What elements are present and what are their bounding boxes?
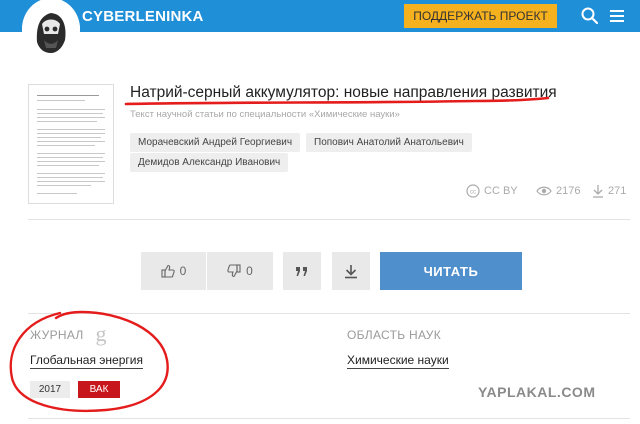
article-subtitle: Текст научной статьи по специальности «Х… bbox=[130, 109, 400, 120]
like-count: 0 bbox=[179, 264, 187, 278]
field-link[interactable]: Химические науки bbox=[347, 353, 449, 369]
watermark: YAPLAKAL.COM bbox=[478, 384, 596, 400]
journal-link[interactable]: Глобальная энергия bbox=[30, 353, 143, 369]
menu-icon[interactable] bbox=[607, 6, 627, 26]
download-icon bbox=[593, 185, 603, 198]
views-counter: 2176 bbox=[536, 180, 580, 202]
cite-button[interactable] bbox=[283, 252, 321, 290]
read-button[interactable]: ЧИТАТЬ bbox=[380, 252, 522, 290]
quote-icon bbox=[296, 267, 307, 276]
divider bbox=[28, 219, 630, 220]
eye-icon bbox=[536, 186, 552, 196]
author-tag[interactable]: Морачевский Андрей Георгиевич bbox=[130, 133, 301, 152]
article-thumbnail[interactable] bbox=[28, 84, 114, 204]
license-label: CC BY bbox=[484, 185, 518, 197]
views-count: 2176 bbox=[556, 185, 581, 197]
thumbs-down-icon bbox=[227, 264, 241, 278]
cc-icon: cc bbox=[466, 184, 480, 198]
divider bbox=[28, 313, 630, 314]
download-icon bbox=[345, 265, 357, 279]
journal-label: ЖУРНАЛ bbox=[30, 328, 84, 342]
search-icon[interactable] bbox=[580, 6, 600, 26]
site-logo[interactable]: CYBERLENINKA bbox=[82, 8, 204, 25]
support-project-button[interactable]: ПОДДЕРЖАТЬ ПРОЕКТ bbox=[404, 4, 557, 28]
logo-avatar[interactable] bbox=[22, 0, 80, 60]
svg-text:cc: cc bbox=[470, 190, 476, 196]
field-label: ОБЛАСТЬ НАУК bbox=[347, 328, 441, 342]
download-button[interactable] bbox=[332, 252, 370, 290]
svg-text:g: g bbox=[96, 322, 107, 346]
downloads-count: 271 bbox=[608, 185, 627, 197]
downloads-counter: 271 bbox=[592, 180, 626, 202]
dislike-button[interactable]: 0 bbox=[207, 252, 273, 290]
dislike-count: 0 bbox=[246, 264, 253, 278]
divider bbox=[28, 418, 630, 419]
year-badge: 2017 bbox=[30, 381, 70, 398]
vak-badge: ВАК bbox=[78, 381, 120, 398]
like-button[interactable]: 0 bbox=[141, 252, 206, 290]
author-tag[interactable]: Демидов Александр Иванович bbox=[130, 153, 289, 172]
google-scholar-icon: g bbox=[96, 322, 107, 346]
article-title: Натрий-серный аккумулятор: новые направл… bbox=[130, 84, 557, 101]
license-badge[interactable]: cc CC BY bbox=[466, 180, 518, 202]
thumbs-up-icon bbox=[161, 264, 175, 278]
author-tag[interactable]: Попович Анатолий Анатольевич bbox=[306, 133, 472, 152]
